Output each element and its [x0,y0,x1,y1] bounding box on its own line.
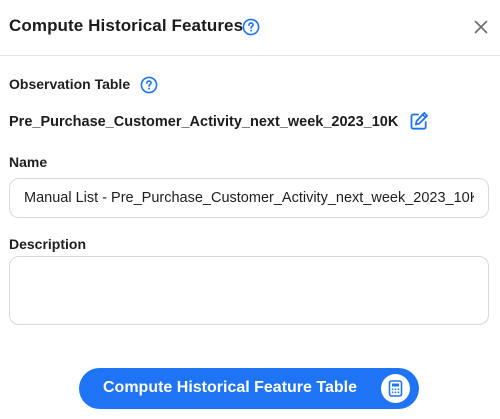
observation-table-label: Observation Table [9,76,131,92]
name-label: Name [9,154,48,170]
observation-table-value: Pre_Purchase_Customer_Activity_next_week… [9,114,399,130]
close-icon[interactable] [472,18,490,36]
edit-icon[interactable] [408,110,430,132]
compute-historical-feature-table-button[interactable]: Compute Historical Feature Table [79,368,419,409]
question-circle-icon[interactable] [140,76,158,94]
description-label: Description [9,236,87,252]
description-textarea[interactable] [9,256,489,325]
compute-button-label: Compute Historical Feature Table [103,379,357,396]
dialog-header: Compute Historical Features [0,0,500,56]
dialog-title: Compute Historical Features [9,16,244,35]
compute-historical-features-dialog: Compute Historical Features Observation … [0,0,500,419]
question-circle-icon[interactable] [242,18,260,36]
name-input[interactable] [9,178,489,218]
calculator-icon [381,374,410,403]
